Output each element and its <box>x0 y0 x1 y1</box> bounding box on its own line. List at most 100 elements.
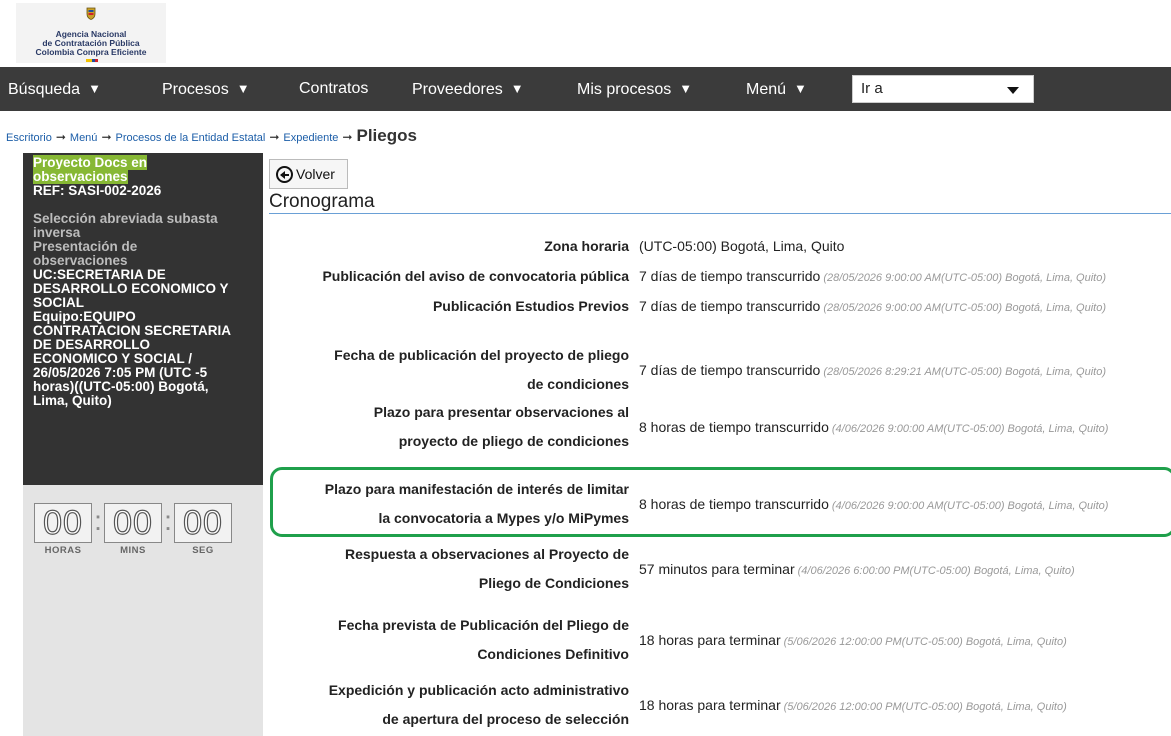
schedule-date-note: (28/05/2026 9:00:00 AM(UTC-05:00) Bogotá… <box>823 302 1107 314</box>
schedule-value: 7 días de tiempo transcurrido (28/05/2026… <box>639 298 1106 314</box>
schedule-label: Plazo para presentar observaciones al pro… <box>269 398 629 456</box>
schedule-value: 7 días de tiempo transcurrido (28/05/2026… <box>639 268 1106 284</box>
process-phase-line-1: Presentación de <box>33 239 138 254</box>
arrow-right-icon: ➞ <box>101 130 112 144</box>
nav-mis-procesos[interactable]: Mis procesos ▼ <box>577 67 692 111</box>
process-sidebar: Proyecto Docs en observaciones REF: SASI… <box>23 153 263 736</box>
nav-busqueda[interactable]: Búsqueda ▼ <box>8 67 101 111</box>
nav-procesos[interactable]: Procesos ▼ <box>162 67 250 111</box>
nav-busqueda-label: Búsqueda <box>8 81 81 98</box>
schedule-value-text: 8 horas de tiempo transcurrido <box>639 419 829 435</box>
timestamp-line: Lima, Quito) <box>33 393 112 408</box>
process-phase-line-2: observaciones <box>33 253 128 268</box>
schedule-label-line: proyecto de pliego de condiciones <box>398 433 629 449</box>
breadcrumb-expediente[interactable]: Expediente <box>283 132 338 144</box>
schedule-label-line: Publicación Estudios Previos <box>432 298 629 314</box>
team-line: CONTRATACION SECRETARIA <box>33 323 231 338</box>
schedule-label: Expedición y publicación acto administra… <box>269 676 629 734</box>
schedule-value-text: 57 minutos para terminar <box>639 561 795 577</box>
schedule-value: 8 horas de tiempo transcurrido (4/06/2026… <box>639 419 1108 435</box>
nav-menu-label: Menú <box>746 81 787 98</box>
timer-mins: 00 <box>104 503 162 543</box>
coat-of-arms-icon <box>86 7 96 20</box>
nav-procesos-label: Procesos <box>162 81 229 98</box>
arrow-right-icon: ➞ <box>342 130 353 144</box>
nav-contratos-label: Contratos <box>299 80 369 97</box>
schedule-value-text: (UTC-05:00) Bogotá, Lima, Quito <box>639 238 845 254</box>
schedule-label-line: la convocatoria a Mypes y/o MiPymes <box>378 510 629 526</box>
timer-secs: 00 <box>174 503 232 543</box>
schedule-date-note: (28/05/2026 8:29:21 AM(UTC-05:00) Bogotá… <box>823 366 1107 378</box>
process-info-panel: Proyecto Docs en observaciones REF: SASI… <box>23 153 263 485</box>
schedule-value: 7 días de tiempo transcurrido (28/05/2026… <box>639 362 1106 378</box>
schedule-date-note: (5/06/2026 12:00:00 PM(UTC-05:00) Bogotá… <box>783 701 1067 713</box>
breadcrumb: Escritorio ➞ Menú ➞ Procesos de la Entidad E… <box>6 126 417 146</box>
schedule-value-text: 7 días de tiempo transcurrido <box>639 298 821 314</box>
unit-line: UC:SECRETARIA DE <box>33 267 166 282</box>
schedule-label: Zona horaria <box>269 232 629 261</box>
schedule-row-highlighted: Plazo para manifestación de interés de l… <box>269 475 1171 533</box>
arrow-right-icon: ➞ <box>55 130 66 144</box>
status-badge-line-2: observaciones <box>33 169 128 184</box>
schedule-label-line: de apertura del proceso de selección <box>382 711 629 727</box>
breadcrumb-menu[interactable]: Menú <box>70 132 98 144</box>
schedule-value: 18 horas para terminar (5/06/2026 12:00:0… <box>639 697 1067 713</box>
agency-logo[interactable]: Agencia Nacional de Contratación Pública… <box>16 3 166 63</box>
timer-separator: : <box>94 505 102 536</box>
schedule-label-line: Plazo para presentar observaciones al <box>373 404 629 420</box>
schedule-label: Fecha prevista de Publicación del Pliego… <box>269 611 629 669</box>
schedule-value-text: 7 días de tiempo transcurrido <box>639 268 821 284</box>
timer-mins-label: MINS <box>120 545 146 556</box>
schedule-label-line: Publicación del aviso de convocatoria pú… <box>322 268 629 284</box>
team-line: Equipo:EQUIPO <box>33 309 136 324</box>
header: Agencia Nacional de Contratación Pública… <box>0 0 1171 67</box>
schedule-date-note: (4/06/2026 9:00:00 AM(UTC-05:00) Bogotá,… <box>831 500 1109 512</box>
nav-contratos[interactable]: Contratos <box>299 67 368 111</box>
nav-mis-procesos-label: Mis procesos <box>577 81 672 98</box>
schedule-row: Fecha de publicación del proyecto de pli… <box>269 341 1171 399</box>
caret-down-icon: ▼ <box>794 81 807 96</box>
process-reference: REF: SASI-002-2026 <box>33 183 162 198</box>
breadcrumb-current: Pliegos <box>356 126 417 145</box>
breadcrumb-escritorio[interactable]: Escritorio <box>6 132 52 144</box>
schedule-row: Fecha prevista de Publicación del Pliego… <box>269 611 1171 669</box>
schedule-row: Publicación Estudios Previos 7 días de t… <box>269 292 1171 321</box>
back-button[interactable]: Volver <box>269 159 348 189</box>
team-line: ECONOMICO Y SOCIAL / <box>33 351 193 366</box>
process-modality-line-2: inversa <box>33 225 81 240</box>
nav-menu[interactable]: Menú ▼ <box>746 67 807 111</box>
schedule-label-line: Respuesta a observaciones al Proyecto de <box>344 546 629 562</box>
timer-hours: 00 <box>34 503 92 543</box>
schedule-value-text: 7 días de tiempo transcurrido <box>639 362 821 378</box>
page: Agencia Nacional de Contratación Pública… <box>0 0 1171 736</box>
nav-proveedores[interactable]: Proveedores ▼ <box>412 67 524 111</box>
schedule-row: Respuesta a observaciones al Proyecto de… <box>269 540 1171 598</box>
unit-line: SOCIAL <box>33 295 85 310</box>
schedule-label-line: Plazo para manifestación de interés de l… <box>324 481 629 497</box>
timer-secs-label: SEG <box>192 545 214 556</box>
caret-down-icon: ▼ <box>510 81 524 96</box>
goto-select-value: Ir a <box>861 80 883 97</box>
schedule-label-line: Zona horaria <box>544 238 629 254</box>
main-navbar: Búsqueda ▼ Procesos ▼ Contratos Proveedore… <box>0 67 1171 111</box>
schedule-value: 57 minutos para terminar (4/06/2026 6:00:… <box>639 561 1075 577</box>
schedule-label: Respuesta a observaciones al Proyecto de… <box>269 540 629 598</box>
process-modality-line-1: Selección abreviada subasta <box>33 211 218 226</box>
schedule-label: Plazo para manifestación de interés de l… <box>269 475 629 533</box>
breadcrumb-procesos[interactable]: Procesos de la Entidad Estatal <box>116 132 266 144</box>
arrow-right-icon: ➞ <box>269 130 280 144</box>
schedule-value-text: 8 horas de tiempo transcurrido <box>639 496 829 512</box>
schedule-value-text: 18 horas para terminar <box>639 697 781 713</box>
back-button-label: Volver <box>296 166 335 182</box>
caret-down-icon: ▼ <box>679 81 693 96</box>
schedule-value-text: 18 horas para terminar <box>639 632 781 648</box>
goto-select[interactable]: Ir a <box>852 75 1034 103</box>
schedule-label-line: Condiciones Definitivo <box>477 646 629 662</box>
dropdown-arrow-icon <box>1007 87 1019 94</box>
countdown-timer: 00 : 00 : 00 HORAS MINS SEG <box>23 503 263 563</box>
schedule-label-line: de condiciones <box>527 376 629 392</box>
timer-separator: : <box>164 505 172 536</box>
schedule-label-line: Fecha prevista de Publicación del Pliego… <box>338 617 629 633</box>
schedule-date-note: (4/06/2026 6:00:00 PM(UTC-05:00) Bogotá,… <box>797 565 1075 577</box>
schedule-date-note: (5/06/2026 12:00:00 PM(UTC-05:00) Bogotá… <box>783 636 1067 648</box>
